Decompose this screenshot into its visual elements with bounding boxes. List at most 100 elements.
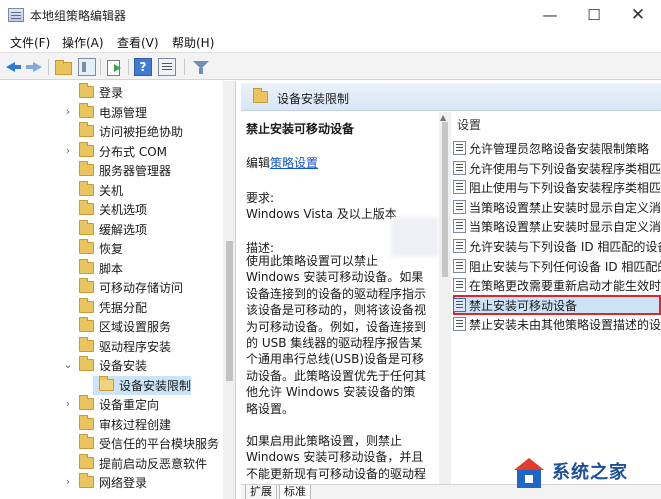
filter-icon[interactable] [192,58,210,76]
policy-setting-row[interactable]: 允许管理员忽略设备安装限制策略 [453,138,661,158]
policy-setting-icon [453,239,466,253]
tree-item-label: 受信任的平台模块服务 [99,437,220,451]
policy-setting-row[interactable]: 阻止使用与下列设备安装程序类相匹配的驱动程序安装设备 [453,177,661,197]
tree-item[interactable]: 访问被拒绝协助 [0,122,235,142]
folder-icon [79,297,94,313]
chevron-right-icon[interactable]: › [62,475,74,488]
tree-item[interactable]: 设备安装限制 [0,375,235,396]
policy-setting-label: 阻止使用与下列设备安装程序类相匹配的驱动程序安装设备 [469,181,661,196]
policy-setting-icon [453,278,466,293]
policy-setting-row[interactable]: 当策略设置禁止安装时显示自定义消息标题 [453,216,661,236]
menu-file[interactable]: 文件(F) [10,34,50,51]
policy-setting-icon [453,258,466,273]
tree-item[interactable]: › 分布式 COM [0,141,235,162]
policy-setting-row[interactable]: 当策略设置禁止安装时显示自定义消息 [453,197,661,217]
menu-action[interactable]: 操作(A) [62,34,104,51]
policy-setting-row[interactable]: 禁止安装未由其他策略设置描述的设备 [453,314,661,334]
description-body: 使用此策略设置可以禁止 Windows 安装可移动设备。如果设备连接到的设备的驱… [246,253,426,484]
tree-item[interactable]: 区域设置服务 [0,317,235,337]
toolbar-separator [128,59,129,75]
policy-setting-icon [453,199,466,214]
policy-title: 禁止安装可移动设备 [246,122,355,136]
description-scrollbar-thumb[interactable] [442,122,448,277]
tree-item-label: 审核过程创建 [99,417,172,432]
folder-icon [79,102,94,118]
tree-item[interactable]: 恢复 [0,239,235,259]
folder-icon [79,141,94,157]
tree-item-label: 恢复 [99,242,124,256]
policy-setting-icon [453,160,466,175]
help-icon[interactable]: ? [134,58,152,76]
policy-setting-row[interactable]: 允许使用与下列设备安装程序类相匹配的驱动程序安装设备 [453,158,661,178]
policy-setting-label: 当策略设置禁止安装时显示自定义消息标题 [469,220,661,235]
tree-pane: 登录 › 电源管理 访问被拒绝协助 › 分布式 COM 服务器管理器关机关机选项 缓解选项恢复… [0,81,236,499]
policy-setting-label: 允许安装与下列设备 ID 相匹配的设备 [469,240,661,254]
menu-view[interactable]: 查看(V) [117,34,159,51]
policy-setting-icon [453,219,466,234]
forward-arrow-icon[interactable] [26,58,44,76]
details-pane: 设备安装限制 禁止安装可移动设备 编辑策略设置 要求: Windows Vist… [237,81,661,499]
tree-item[interactable]: 关机 [0,180,235,201]
tree-item[interactable]: 脚本 [0,258,235,279]
policy-setting-row[interactable]: 在策略更改需要重新启动才能生效时 [453,275,661,295]
edit-policy-link[interactable]: 策略设置 [270,156,318,170]
tree-item[interactable]: 驱动程序安装 [0,336,235,357]
menu-help[interactable]: 帮助(H) [172,34,214,51]
tree-item-label: 可移动存储访问 [99,281,184,295]
close-button[interactable]: ✕ [616,0,660,30]
folder-icon [79,83,94,98]
chevron-right-icon[interactable]: › [62,397,74,410]
policy-header-title: 设备安装限制 [277,92,350,106]
tree-item[interactable]: › 设备重定向 [0,395,235,415]
policy-setting-icon [453,180,466,195]
description-paragraph: 如果启用此策略设置，则禁止 Windows 安装可移动设备，并且不能更新现有可移… [246,434,427,484]
folder-icon [79,453,94,469]
toolbar-separator [184,59,185,75]
menu-bar: 文件(F) 操作(A) 查看(V) 帮助(H) [0,30,661,52]
tree-item[interactable]: 提前启动反恶意软件 [0,453,235,474]
app-icon [8,8,24,22]
properties-icon[interactable] [158,58,176,76]
requirements-text: Windows Vista 及以上版本 [246,207,397,221]
policy-setting-label: 当策略设置禁止安装时显示自定义消息 [469,200,661,215]
chevron-right-icon[interactable]: › [62,105,74,118]
tree-item[interactable]: 审核过程创建 [0,414,235,435]
policy-setting-row[interactable]: 允许安装与下列设备 ID 相匹配的设备 [453,236,661,256]
tree-item-label: 网络登录 [99,476,148,490]
chevron-down-icon[interactable]: ⌄ [62,358,74,371]
tree-item[interactable]: 受信任的平台模块服务 [0,434,235,454]
folder-icon [79,122,94,137]
policy-setting-row[interactable]: 禁止安装可移动设备 [453,294,661,315]
chevron-right-icon[interactable]: › [62,144,74,157]
back-arrow-icon[interactable] [4,58,22,76]
minimize-button[interactable]: — [528,0,572,30]
export-list-icon[interactable] [106,58,124,76]
tree-item[interactable]: › 网络登录 [0,473,235,493]
tree-item[interactable]: ⌄ 设备安装 [0,356,235,376]
tab-extended[interactable]: 扩展 [245,485,277,499]
title-bar: 本地组策略编辑器 — ☐ ✕ [0,0,661,30]
show-hide-tree-icon[interactable] [78,58,96,76]
maximize-button[interactable]: ☐ [572,0,616,30]
toolbar: ? [0,52,661,80]
tree-item-label: 区域设置服务 [99,320,172,334]
tree-item[interactable]: 关机选项 [0,200,235,220]
tree-item[interactable]: 缓解选项 [0,219,235,240]
up-folder-icon[interactable] [54,58,72,76]
scroll-up-icon[interactable]: ▲ [440,113,446,122]
tree-item-label: 关机 [99,183,124,198]
tree-item-label: 设备重定向 [99,398,160,412]
watermark: 系统之家 [508,452,661,499]
tree-item[interactable]: 登录 [0,83,235,103]
policy-setting-row[interactable]: 阻止安装与下列任何设备 ID 相匹配的设备 [453,256,661,276]
tree-item-label: 设备安装限制 [119,378,192,393]
tree-item[interactable]: 服务器管理器 [0,161,235,181]
tree-item[interactable]: › 电源管理 [0,102,235,123]
tree-item[interactable]: 可移动存储访问 [0,278,235,298]
description-scrollbar[interactable]: ▲ [439,112,451,484]
tab-standard[interactable]: 标准 [279,485,311,499]
folder-icon [79,239,94,254]
tree-item[interactable]: 凭据分配 [0,297,235,318]
settings-column-header[interactable]: 设置 [457,116,481,133]
requirements-label: 要求: [246,191,275,205]
